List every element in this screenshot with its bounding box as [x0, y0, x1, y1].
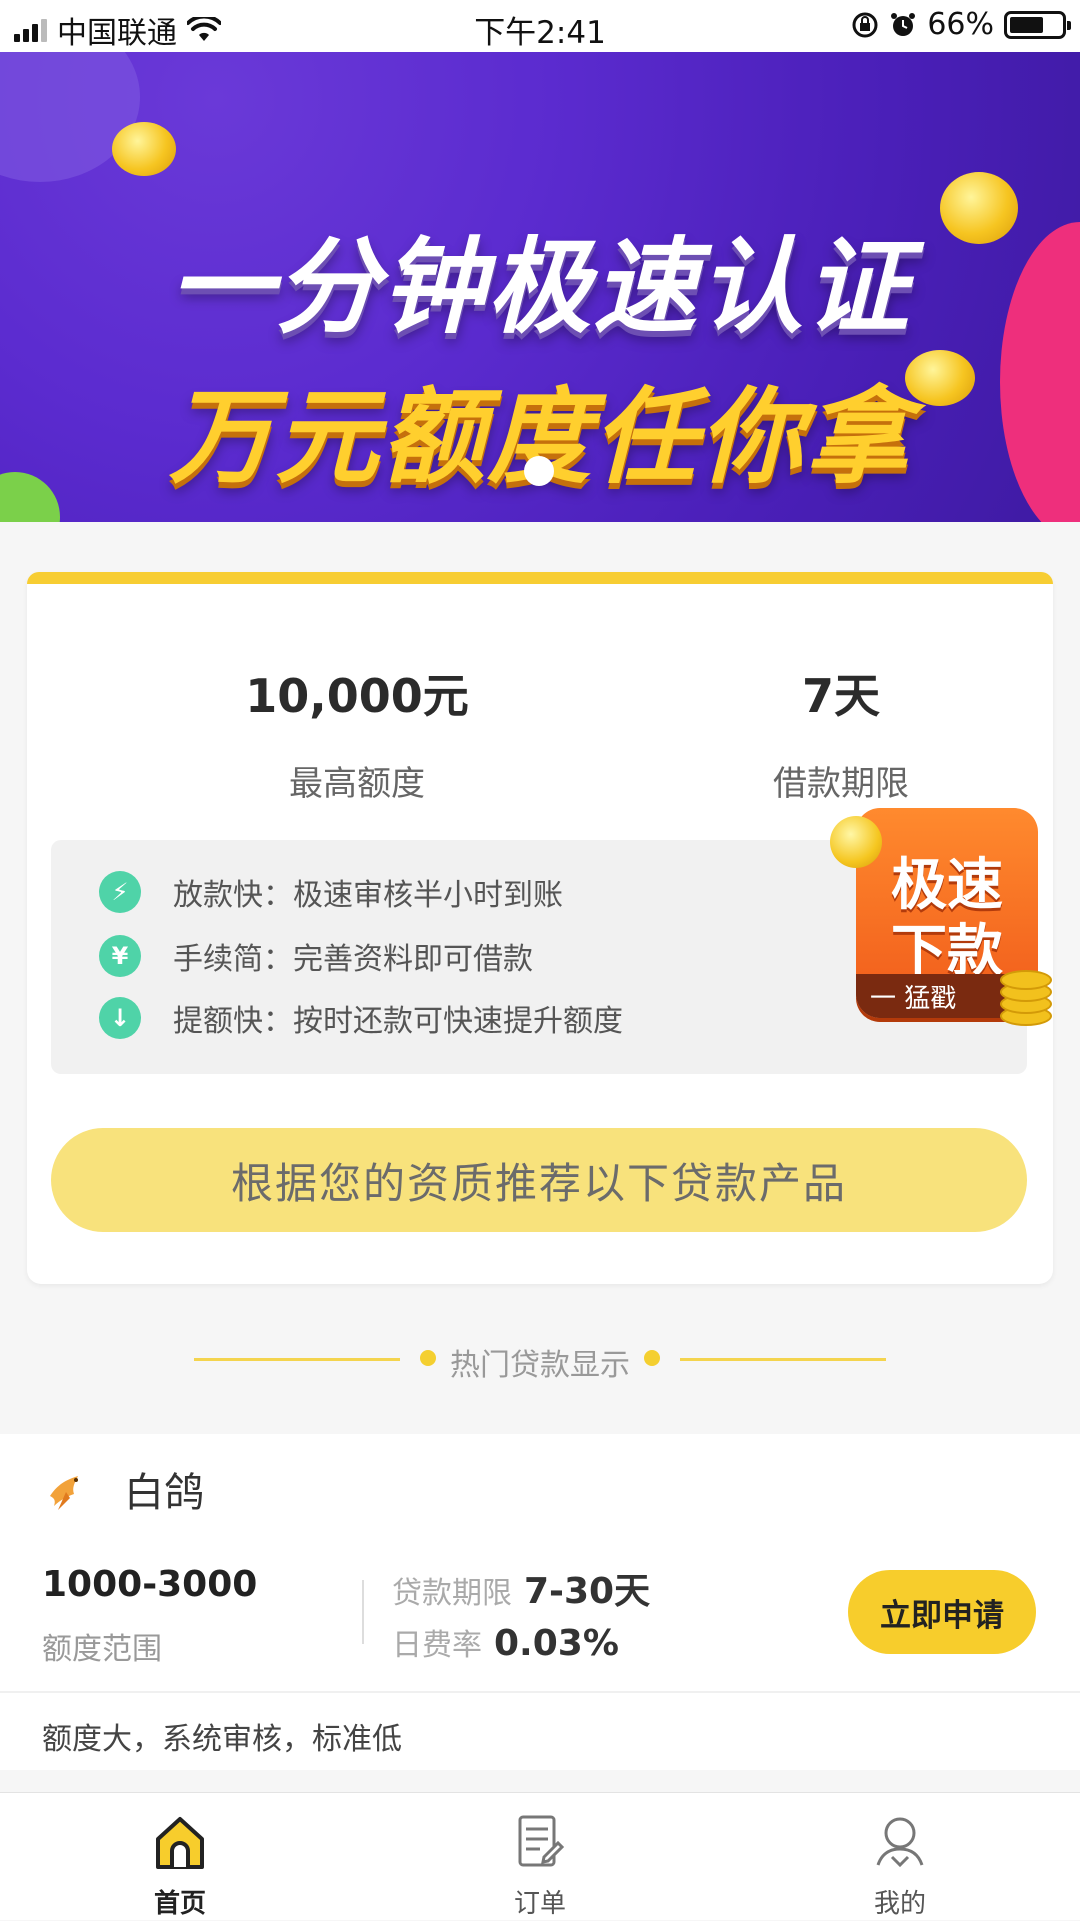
carousel-indicator[interactable]	[524, 456, 554, 486]
amount-range-value: 1000-3000	[42, 1564, 258, 1605]
loan-term-stat: 7天 借款期限	[621, 660, 1061, 805]
status-bar: 中国联通 下午2:41 66%	[0, 0, 1080, 52]
max-amount-value: 10,000元	[245, 669, 469, 723]
feature-text: 手续简：完善资料即可借款	[173, 942, 533, 977]
card-accent-bar	[27, 572, 1053, 584]
feature-item: ⚡ 放款快：极速审核半小时到账	[99, 870, 563, 914]
feature-text: 放款快：极速审核半小时到账	[173, 878, 563, 913]
term-label: 贷款期限	[392, 1576, 512, 1611]
feature-text: 提额快：按时还款可快速提升额度	[173, 1004, 623, 1039]
battery-percent: 66%	[927, 7, 994, 42]
tab-label: 首页	[153, 1889, 206, 1919]
section-divider: 热门贷款显示	[0, 1336, 1080, 1386]
dove-logo-icon	[50, 1476, 78, 1510]
amount-range-label: 额度范围	[42, 1632, 162, 1667]
alarm-icon	[891, 12, 916, 36]
rate-row: 日费率 0.03%	[392, 1620, 619, 1664]
term-value: 7-30天	[524, 1571, 651, 1612]
term-row: 贷款期限 7-30天	[392, 1562, 650, 1614]
order-icon	[518, 1815, 565, 1867]
home-icon	[156, 1817, 204, 1869]
product-description: 额度大，系统审核，标准低	[42, 1722, 402, 1757]
max-amount-stat: 10,000元 最高额度	[137, 660, 577, 805]
apply-now-button[interactable]: 立即申请	[848, 1570, 1036, 1654]
profile-icon	[876, 1817, 924, 1868]
tab-home[interactable]: 首页	[80, 1793, 280, 1921]
product-name: 白鸽	[124, 1470, 204, 1516]
coin-stack-icon	[1000, 968, 1058, 1028]
tab-label: 我的	[873, 1889, 926, 1919]
rate-value: 0.03%	[494, 1623, 619, 1664]
battery-icon	[1004, 10, 1071, 39]
bottom-tab-bar: 首页 订单 我的	[0, 1792, 1080, 1920]
banner-headline: 一分钟极速认证	[168, 226, 911, 348]
promo-banner[interactable]: 一分钟极速认证 万元额度任你拿	[0, 52, 1080, 522]
lightning-icon: ⚡	[99, 871, 141, 913]
rotation-lock-icon	[852, 12, 878, 37]
loan-product-card[interactable]: 白鸽 1000-3000 额度范围 贷款期限 7-30天 日费率 0.03% 立…	[0, 1434, 1080, 1770]
divider	[0, 1691, 1080, 1693]
loan-term-label: 借款期限	[773, 764, 909, 804]
yen-icon: ¥	[99, 935, 141, 977]
divider	[362, 1580, 364, 1644]
coin-icon	[112, 122, 176, 176]
fast-loan-sticker[interactable]: 极速 下款 一 猛戳	[830, 802, 1052, 1028]
recommend-products-button[interactable]: 根据您的资质推荐以下贷款产品	[51, 1128, 1027, 1232]
feature-item: ¥ 手续简：完善资料即可借款	[99, 934, 533, 978]
max-amount-label: 最高额度	[289, 764, 425, 804]
tab-orders[interactable]: 订单	[440, 1793, 640, 1921]
status-right: 66%	[851, 7, 1071, 42]
feature-item: ↓ 提额快：按时还款可快速提升额度	[99, 996, 623, 1040]
rate-label: 日费率	[392, 1628, 482, 1663]
tab-label: 订单	[513, 1889, 566, 1919]
loan-term-value: 7天	[801, 669, 880, 723]
arrow-down-icon: ↓	[99, 997, 141, 1039]
section-title: 热门贷款显示	[450, 1348, 630, 1383]
tab-profile[interactable]: 我的	[800, 1793, 1000, 1921]
